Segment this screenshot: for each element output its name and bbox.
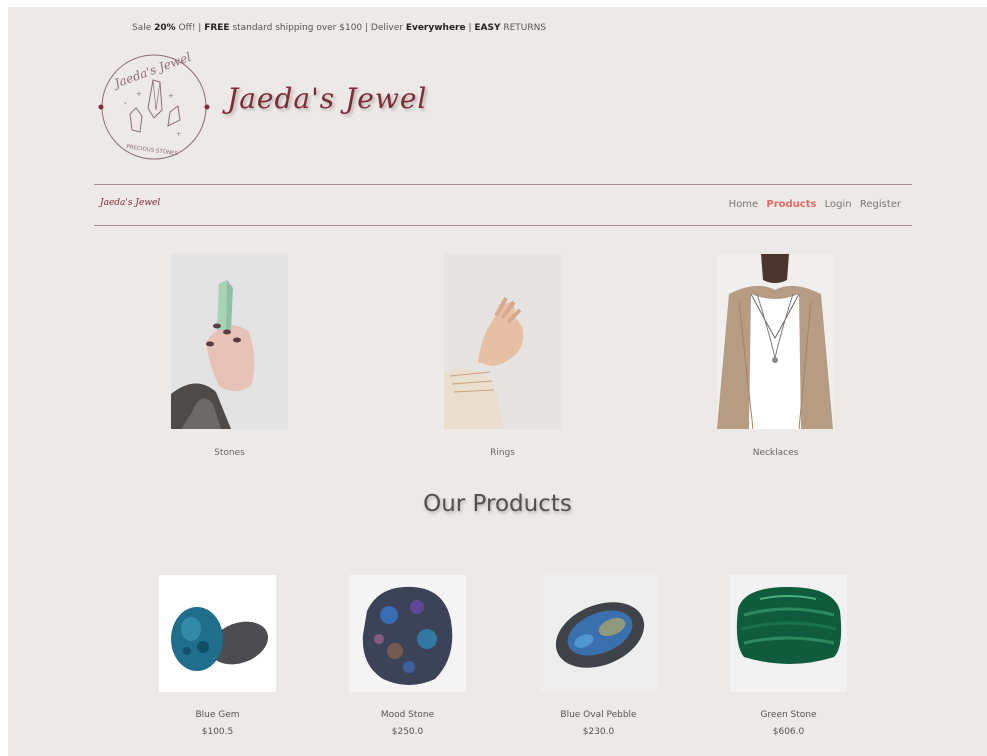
category-label[interactable]: Necklaces [717, 448, 834, 458]
product-name[interactable]: Mood Stone [349, 710, 466, 720]
svg-text:+: + [176, 131, 181, 138]
product-image[interactable] [349, 575, 466, 692]
svg-text:*: * [124, 102, 127, 108]
nav-link-home[interactable]: Home [729, 199, 759, 210]
brand-title: Jaeda's Jewel [227, 82, 428, 115]
product-price: $230.0 [582, 727, 615, 737]
svg-text:+: + [168, 92, 174, 100]
category-card-stones[interactable]: Stones [171, 254, 288, 458]
logo[interactable]: + + + * Jaeda's Jewel PRECIOUS STONES [96, 48, 212, 166]
product-name[interactable]: Blue Oval Pebble [540, 710, 657, 720]
product-image[interactable] [730, 575, 847, 692]
logo-script-text: Jaeda's Jewel [110, 50, 193, 92]
product-image[interactable] [159, 575, 276, 692]
nav-link-register[interactable]: Register [860, 199, 901, 210]
promo-banner: Sale 20% Off! | FREE standard shipping o… [132, 23, 547, 33]
product-card[interactable]: Mood Stone $250.0 [349, 575, 466, 737]
product-card[interactable]: Blue Gem $100.5 [159, 575, 276, 737]
nav-link-login[interactable]: Login [825, 199, 852, 210]
product-image[interactable] [540, 575, 657, 692]
navbar: Jaeda's Jewel Home Products Login Regist… [94, 184, 912, 226]
category-card-necklaces[interactable]: Necklaces [717, 254, 834, 458]
category-image-stones[interactable] [171, 254, 288, 429]
product-name[interactable]: Green Stone [730, 710, 847, 720]
product-card[interactable]: Green Stone $606.0 [730, 575, 847, 737]
category-image-necklaces[interactable] [717, 254, 834, 430]
section-title: Our Products [423, 491, 572, 517]
svg-text:+: + [136, 90, 142, 98]
category-label[interactable]: Stones [171, 448, 288, 458]
product-price: $250.0 [391, 727, 424, 737]
nav-brand[interactable]: Jaeda's Jewel [100, 198, 160, 208]
product-price: $100.5 [201, 727, 234, 737]
product-price: $606.0 [772, 727, 805, 737]
category-image-rings[interactable] [444, 254, 561, 429]
category-card-rings[interactable]: Rings [444, 254, 561, 458]
nav-links: Home Products Login Register [724, 199, 901, 210]
product-card[interactable]: Blue Oval Pebble $230.0 [540, 575, 657, 737]
product-name[interactable]: Blue Gem [159, 710, 276, 720]
category-label[interactable]: Rings [444, 448, 561, 458]
nav-link-products[interactable]: Products [766, 199, 816, 210]
page: Sale 20% Off! | FREE standard shipping o… [8, 7, 987, 756]
